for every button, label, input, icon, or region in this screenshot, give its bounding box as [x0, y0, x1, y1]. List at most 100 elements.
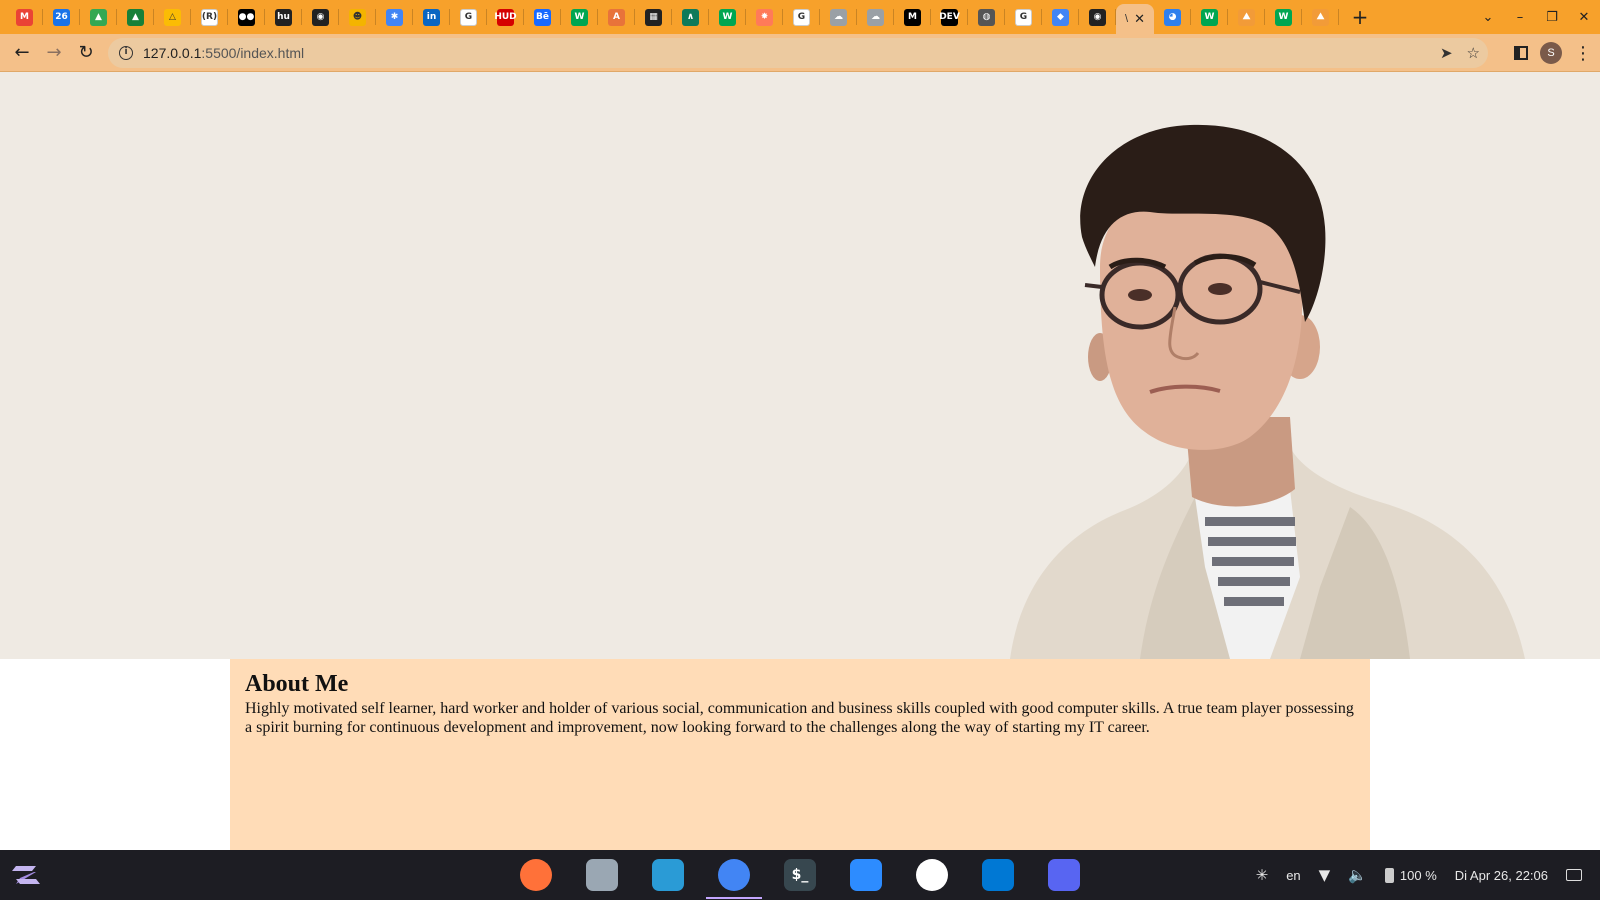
notifications-icon[interactable] — [1566, 869, 1582, 881]
m-icon: M — [904, 8, 921, 26]
reload-icon[interactable]: ↻ — [70, 37, 102, 69]
chrome-app-icon[interactable] — [706, 859, 762, 899]
bookmark-star-icon[interactable]: ☆ — [1467, 44, 1480, 62]
volume-icon[interactable]: 🔈 — [1348, 866, 1367, 884]
browser-tab[interactable]: ∧ — [672, 0, 709, 34]
browser-tab[interactable]: ⛰ — [1302, 0, 1339, 34]
browser-tab[interactable]: ⛰ — [1228, 0, 1265, 34]
google-drive-icon: △ — [164, 8, 181, 26]
hubspot-red-icon: HUD — [494, 8, 517, 26]
browser-tab[interactable]: ◕ — [1154, 0, 1191, 34]
terminal-app-icon[interactable]: $_ — [784, 859, 816, 891]
kebab-menu-icon[interactable]: ⋮ — [1574, 43, 1592, 64]
browser-tab[interactable]: △ — [154, 0, 191, 34]
browser-tab[interactable]: ◉ — [1079, 0, 1116, 34]
google-icon: G — [1015, 8, 1032, 26]
battery-icon[interactable] — [1384, 867, 1394, 883]
browser-tab[interactable]: G — [783, 0, 820, 34]
browser-tab[interactable]: ☻ — [339, 0, 376, 34]
browser-tab[interactable]: ✱ — [376, 0, 413, 34]
mountain-icon: ⛰ — [1312, 8, 1329, 26]
rocket-icon: (R) — [201, 8, 218, 26]
w-icon: W — [719, 8, 736, 26]
portrait-photo — [1010, 124, 1525, 659]
browser-tab[interactable]: W — [1265, 0, 1302, 34]
browser-tab[interactable]: W — [709, 0, 746, 34]
battery-percent: 100 % — [1399, 867, 1437, 883]
browser-tab[interactable]: M — [894, 0, 931, 34]
profile-avatar[interactable]: S — [1540, 42, 1562, 64]
close-window-icon[interactable]: ✕ — [1568, 10, 1600, 25]
browser-tab[interactable]: ◉ — [302, 0, 339, 34]
browser-tab[interactable]: in — [413, 0, 450, 34]
browser-tab[interactable]: ✸ — [746, 0, 783, 34]
github-icon: ◉ — [1089, 8, 1106, 26]
browser-tab[interactable]: ▲ — [80, 0, 117, 34]
gmail-icon: M — [16, 8, 33, 26]
forward-icon[interactable]: → — [38, 37, 70, 69]
hubspot-icon: ✸ — [756, 8, 773, 26]
close-tab-icon[interactable]: ✕ — [1134, 12, 1145, 27]
robot-icon: ◕ — [1164, 8, 1181, 26]
apps-grid-icon[interactable]: ✳ — [1256, 866, 1269, 884]
hero-section — [0, 72, 1600, 659]
vscode-app-icon[interactable] — [982, 859, 1014, 891]
active-tab[interactable]: \ ✕ — [1116, 4, 1154, 34]
slack-app-icon[interactable] — [916, 859, 948, 891]
browser-tab[interactable]: 26 — [43, 0, 80, 34]
browser-tab[interactable]: G — [1005, 0, 1042, 34]
address-bar[interactable]: i 127.0.0.1:5500/index.html ➤ ☆ — [108, 38, 1488, 68]
browser-tab[interactable]: DEV — [931, 0, 968, 34]
browser-tab[interactable]: hu — [265, 0, 302, 34]
google-icon: G — [460, 8, 477, 26]
cloud-icon: ☁ — [830, 8, 847, 26]
browser-tab[interactable]: ▦ — [635, 0, 672, 34]
new-tab-button[interactable]: + — [1343, 0, 1377, 34]
software-store-app-icon[interactable] — [652, 859, 684, 891]
github-icon: ◉ — [312, 8, 329, 26]
send-icon[interactable]: ➤ — [1440, 44, 1453, 62]
about-heading: About Me — [245, 671, 349, 697]
browser-tab[interactable]: A — [598, 0, 635, 34]
browser-tab[interactable]: W — [561, 0, 598, 34]
files-app-icon[interactable] — [586, 859, 618, 891]
google-icon: G — [793, 8, 810, 26]
maps-icon: ◆ — [1052, 8, 1069, 26]
google-classroom-icon: ▲ — [127, 8, 144, 26]
w-icon: W — [571, 8, 588, 26]
browser-tab[interactable]: ◆ — [1042, 0, 1079, 34]
browser-tab[interactable]: ●● — [228, 0, 265, 34]
browser-tab[interactable]: Bē — [524, 0, 561, 34]
a-icon: A — [608, 8, 625, 26]
firefox-app-icon[interactable] — [520, 859, 552, 891]
browser-tab[interactable]: ◍ — [968, 0, 1005, 34]
hu-icon: hu — [275, 8, 292, 26]
browser-tab[interactable]: M — [6, 0, 43, 34]
clock[interactable]: Di Apr 26, 22:06 — [1455, 868, 1548, 883]
emoji-icon: ☻ — [349, 8, 366, 26]
browser-tab[interactable]: ▲ — [117, 0, 154, 34]
language-indicator[interactable]: en — [1286, 868, 1300, 883]
back-icon[interactable]: ← — [6, 37, 38, 69]
browser-tab[interactable]: ☁ — [857, 0, 894, 34]
browser-tab[interactable]: (R) — [191, 0, 228, 34]
side-panel-icon[interactable] — [1514, 46, 1528, 60]
browser-tab[interactable]: W — [1191, 0, 1228, 34]
wifi-icon[interactable]: ▼ — [1319, 866, 1331, 884]
minimize-icon[interactable]: – — [1504, 10, 1536, 25]
taskbar-apps: $_ — [520, 850, 1080, 900]
restore-icon[interactable]: ❐ — [1536, 10, 1568, 25]
zoom-app-icon[interactable] — [850, 859, 882, 891]
url-path: :5500/index.html — [201, 45, 305, 61]
zorin-menu-icon[interactable] — [10, 860, 42, 890]
discord-app-icon[interactable] — [1048, 859, 1080, 891]
url-text[interactable]: 127.0.0.1:5500/index.html — [143, 45, 304, 61]
browser-tab[interactable]: G — [450, 0, 487, 34]
browser-tab[interactable]: HUD — [487, 0, 524, 34]
browser-tab[interactable]: ☁ — [820, 0, 857, 34]
tab-search-icon[interactable]: ⌄ — [1472, 10, 1504, 25]
cloud-icon: ☁ — [867, 8, 884, 26]
arc-icon: ∧ — [682, 8, 699, 26]
page-viewport: About Me Highly motivated self learner, … — [0, 72, 1600, 850]
site-info-icon[interactable]: i — [119, 46, 133, 60]
